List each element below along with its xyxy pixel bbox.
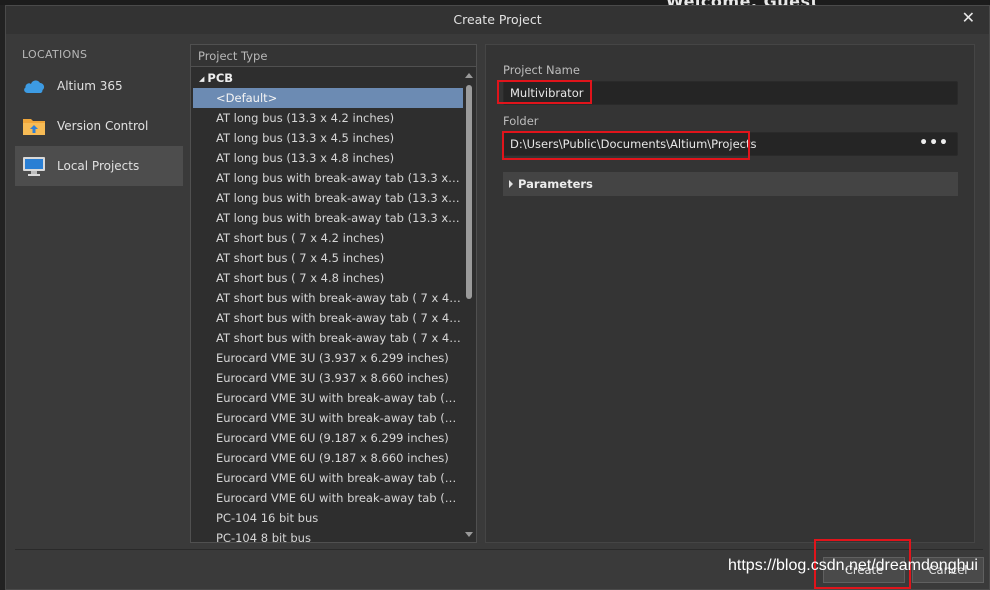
project-type-item[interactable]: Eurocard VME 3U with break-away tab (3.9… xyxy=(191,408,463,428)
project-type-item[interactable]: <Default> xyxy=(193,88,463,108)
location-local-projects[interactable]: Local Projects xyxy=(15,146,183,186)
collapse-caret-icon: ◢ xyxy=(199,75,205,83)
location-altium-365[interactable]: Altium 365 xyxy=(15,66,183,106)
scroll-up-arrow-icon[interactable] xyxy=(465,73,473,78)
project-type-item[interactable]: Eurocard VME 6U with break-away tab (9.1… xyxy=(191,488,463,508)
project-type-item[interactable]: AT short bus ( 7 x 4.8 inches) xyxy=(191,268,463,288)
locations-header: LOCATIONS xyxy=(22,48,88,61)
project-type-item[interactable]: AT short bus ( 7 x 4.2 inches) xyxy=(191,228,463,248)
cancel-button[interactable]: Cancel xyxy=(912,557,984,583)
dialog-title: Create Project xyxy=(453,12,542,27)
monitor-icon xyxy=(22,155,46,177)
locations-panel: LOCATIONS Altium 365 Version Control Loc… xyxy=(15,44,183,186)
project-type-item[interactable]: AT long bus with break-away tab (13.3 x … xyxy=(191,188,463,208)
location-version-control[interactable]: Version Control xyxy=(15,106,183,146)
create-button-highlight-box xyxy=(814,539,911,589)
close-icon[interactable]: ✕ xyxy=(962,8,975,28)
project-type-scrollbar[interactable] xyxy=(462,68,476,542)
project-type-panel: Project Type ◢ PCB <Default> AT long bus (… xyxy=(190,44,477,543)
project-type-item[interactable]: PC-104 8 bit bus xyxy=(191,528,463,542)
location-label: Local Projects xyxy=(57,159,140,173)
project-type-item[interactable]: AT long bus with break-away tab (13.3 x … xyxy=(191,208,463,228)
scrollbar-thumb[interactable] xyxy=(466,85,472,299)
folder-highlight-box xyxy=(502,131,750,160)
version-control-folder-icon xyxy=(22,115,46,137)
project-type-item[interactable]: Eurocard VME 3U with break-away tab (3.9… xyxy=(191,388,463,408)
project-name-highlight-box xyxy=(497,80,592,104)
project-type-item[interactable]: PC-104 16 bit bus xyxy=(191,508,463,528)
folder-label: Folder xyxy=(503,114,539,128)
project-type-item[interactable]: Eurocard VME 6U with break-away tab (9.1… xyxy=(191,468,463,488)
project-type-item[interactable]: Eurocard VME 6U (9.187 x 6.299 inches) xyxy=(191,428,463,448)
project-type-item[interactable]: Eurocard VME 3U (3.937 x 8.660 inches) xyxy=(191,368,463,388)
dialog-titlebar: Create Project ✕ xyxy=(6,6,989,34)
location-label: Version Control xyxy=(57,119,149,133)
project-type-list: ◢ PCB <Default> AT long bus (13.3 x 4.2 in… xyxy=(191,68,463,542)
project-type-item[interactable]: AT short bus ( 7 x 4.5 inches) xyxy=(191,248,463,268)
project-type-item[interactable]: Eurocard VME 3U (3.937 x 6.299 inches) xyxy=(191,348,463,368)
scroll-down-arrow-icon[interactable] xyxy=(465,532,473,537)
project-type-item[interactable]: AT long bus (13.3 x 4.2 inches) xyxy=(191,108,463,128)
project-settings-panel: Project Name Multivibrator Folder D:\Use… xyxy=(485,44,975,543)
project-type-header: Project Type xyxy=(191,45,476,67)
expand-caret-icon xyxy=(509,180,513,188)
project-type-group-pcb[interactable]: ◢ PCB xyxy=(191,68,463,88)
cloud-icon xyxy=(22,75,46,97)
project-type-item[interactable]: AT short bus with break-away tab ( 7 x 4… xyxy=(191,328,463,348)
project-type-item[interactable]: Eurocard VME 6U (9.187 x 8.660 inches) xyxy=(191,448,463,468)
project-type-item[interactable]: AT long bus with break-away tab (13.3 x … xyxy=(191,168,463,188)
location-label: Altium 365 xyxy=(57,79,123,93)
project-type-item[interactable]: AT short bus with break-away tab ( 7 x 4… xyxy=(191,308,463,328)
project-type-item[interactable]: AT short bus with break-away tab ( 7 x 4… xyxy=(191,288,463,308)
project-type-item[interactable]: AT long bus (13.3 x 4.5 inches) xyxy=(191,128,463,148)
project-type-item[interactable]: AT long bus (13.3 x 4.8 inches) xyxy=(191,148,463,168)
parameters-label: Parameters xyxy=(518,177,593,191)
create-project-dialog: Create Project ✕ LOCATIONS Altium 365 Ve… xyxy=(5,5,990,590)
parameters-section[interactable]: Parameters xyxy=(503,172,958,196)
project-name-label: Project Name xyxy=(503,63,580,77)
project-type-group-label: PCB xyxy=(207,71,234,85)
browse-folder-button[interactable]: ••• xyxy=(919,133,949,153)
